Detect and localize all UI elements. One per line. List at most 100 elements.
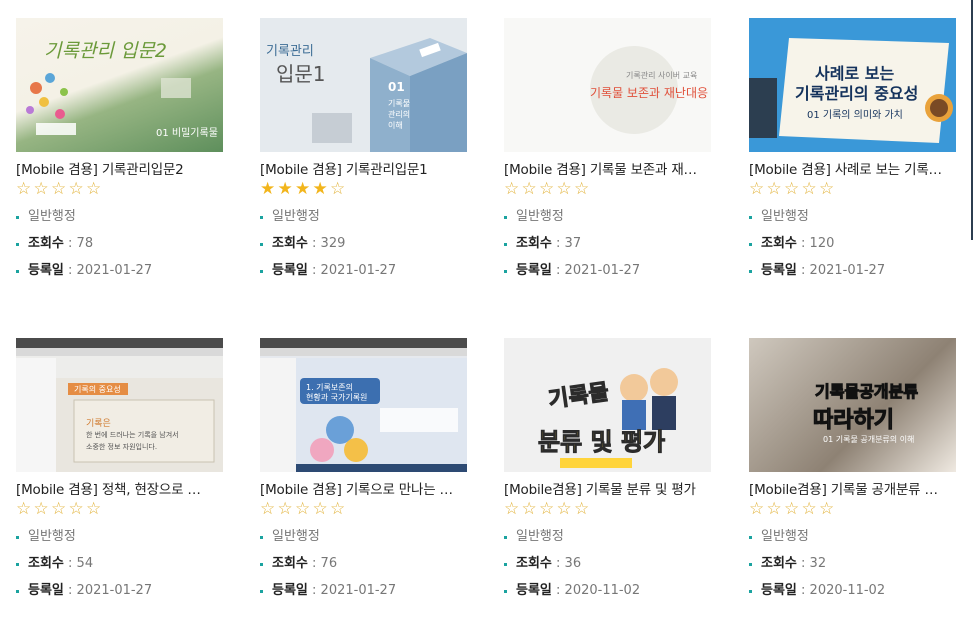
- thumb-subtitle: 따라하기: [813, 408, 895, 434]
- register-date: 등록일 : 2021-01-27: [16, 582, 223, 609]
- star-empty-icon: ☆: [574, 499, 589, 519]
- register-date: 등록일 : 2020-11-02: [749, 582, 956, 609]
- star-filled-icon: ★: [295, 179, 310, 199]
- thumb-caption: 01 기록물 공개분류의 이해: [823, 435, 915, 444]
- star-empty-icon: ☆: [521, 179, 537, 199]
- star-empty-icon: ☆: [86, 499, 101, 519]
- star-empty-icon: ☆: [801, 179, 817, 199]
- course-title[interactable]: [Mobile겸용] 기록물 분류 및 평가: [504, 481, 704, 499]
- star-empty-icon: ☆: [504, 179, 519, 199]
- thumb-number: 01: [388, 80, 405, 94]
- course-thumbnail[interactable]: 1. 기록보존의 현황과 국가기록원: [260, 338, 467, 472]
- star-empty-icon: ☆: [539, 499, 554, 519]
- view-count: 조회수 : 32: [749, 555, 956, 582]
- star-empty-icon: ☆: [68, 499, 84, 519]
- star-empty-icon: ☆: [260, 499, 275, 519]
- rating-stars: ☆ ☆ ☆ ☆ ☆: [504, 500, 711, 518]
- thumb-caption: 한 번에 드러나는 기록을 남겨서: [86, 431, 179, 439]
- thumb-caption: 기록물관리의 이해: [388, 99, 411, 130]
- star-empty-icon: ☆: [51, 179, 66, 199]
- star-filled-icon: ★: [312, 179, 328, 199]
- course-card[interactable]: 기록의 중요성 기록은 한 번에 드러나는 기록을 남겨서 소중한 정보 자원입…: [16, 338, 223, 609]
- star-empty-icon: ☆: [766, 499, 782, 519]
- thumb-subtitle: 분류 및 평가: [537, 428, 666, 457]
- register-date: 등록일 : 2021-01-27: [749, 262, 956, 289]
- star-empty-icon: ☆: [330, 499, 345, 519]
- course-card[interactable]: 기록관리 입문2 01 비밀기록물 [Mobile 겸용] 기록관리입문2 ☆ ☆…: [16, 18, 223, 289]
- course-title[interactable]: [Mobile 겸용] 기록물 보존과 재…: [504, 161, 704, 179]
- register-date: 등록일 : 2021-01-27: [504, 262, 711, 289]
- star-empty-icon: ☆: [16, 499, 31, 519]
- rating-stars: ★ ★ ★ ★ ☆: [260, 180, 467, 198]
- star-empty-icon: ☆: [86, 179, 101, 199]
- category: 일반행정: [260, 528, 467, 555]
- course-title[interactable]: [Mobile 겸용] 기록관리입문1: [260, 161, 460, 179]
- course-card[interactable]: 1. 기록보존의 현황과 국가기록원 [Mobile 겸용] 기록으로 만나는 …: [260, 338, 467, 609]
- course-card[interactable]: 사례로 보는 기록관리의 중요성 01 기록의 의미와 가치 [Mobile 겸…: [749, 18, 956, 289]
- star-empty-icon: ☆: [784, 499, 799, 519]
- star-empty-icon: ☆: [539, 179, 554, 199]
- rating-stars: ☆ ☆ ☆ ☆ ☆: [749, 180, 956, 198]
- category: 일반행정: [16, 528, 223, 555]
- thumb-caption-2: 소중한 정보 자원입니다.: [86, 443, 158, 451]
- register-date: 등록일 : 2021-01-27: [260, 262, 467, 289]
- course-thumbnail[interactable]: 기록물공개분류 따라하기 01 기록물 공개분류의 이해: [749, 338, 956, 472]
- rating-stars: ☆ ☆ ☆ ☆ ☆: [260, 500, 467, 518]
- course-thumbnail[interactable]: 사례로 보는 기록관리의 중요성 01 기록의 의미와 가치: [749, 18, 956, 152]
- rating-stars: ☆ ☆ ☆ ☆ ☆: [749, 500, 956, 518]
- course-thumbnail[interactable]: 기록관리 입문2 01 비밀기록물: [16, 18, 223, 152]
- star-empty-icon: ☆: [312, 499, 328, 519]
- thumb-subtitle: 입문1: [276, 62, 326, 86]
- star-empty-icon: ☆: [521, 499, 537, 519]
- category: 일반행정: [504, 208, 711, 235]
- category: 일반행정: [749, 528, 956, 555]
- star-empty-icon: ☆: [784, 179, 799, 199]
- category: 일반행정: [16, 208, 223, 235]
- view-count: 조회수 : 120: [749, 235, 956, 262]
- course-title[interactable]: [Mobile 겸용] 기록으로 만나는 …: [260, 481, 460, 499]
- register-date: 등록일 : 2021-01-27: [260, 582, 467, 609]
- thumb-title: 기록의 중요성: [74, 385, 121, 394]
- course-title[interactable]: [Mobile겸용] 기록물 공개분류 …: [749, 481, 949, 499]
- star-empty-icon: ☆: [295, 499, 310, 519]
- course-thumbnail[interactable]: 기록물 분류 및 평가: [504, 338, 711, 472]
- thumb-subtitle: 기록관리의 중요성: [795, 84, 919, 103]
- thumb-subtitle: 기록은: [86, 419, 111, 429]
- register-date: 등록일 : 2021-01-27: [16, 262, 223, 289]
- star-empty-icon: ☆: [766, 179, 782, 199]
- view-count: 조회수 : 329: [260, 235, 467, 262]
- category: 일반행정: [749, 208, 956, 235]
- rating-stars: ☆ ☆ ☆ ☆ ☆: [16, 500, 223, 518]
- thumb-title: 기록관리 사이버 교육: [626, 71, 698, 80]
- star-empty-icon: ☆: [330, 179, 345, 199]
- thumbnail-art: [260, 338, 467, 472]
- course-thumbnail[interactable]: 기록관리 사이버 교육 기록물 보존과 재난대응: [504, 18, 711, 152]
- star-empty-icon: ☆: [33, 179, 49, 199]
- course-card[interactable]: 기록물공개분류 따라하기 01 기록물 공개분류의 이해 [Mobile겸용] …: [749, 338, 956, 609]
- star-empty-icon: ☆: [819, 499, 834, 519]
- star-filled-icon: ★: [260, 179, 275, 199]
- course-title[interactable]: [Mobile 겸용] 사례로 보는 기록…: [749, 161, 949, 179]
- course-card[interactable]: 기록관리 사이버 교육 기록물 보존과 재난대응 [Mobile 겸용] 기록물…: [504, 18, 711, 289]
- star-empty-icon: ☆: [33, 499, 49, 519]
- course-thumbnail[interactable]: 기록의 중요성 기록은 한 번에 드러나는 기록을 남겨서 소중한 정보 자원입…: [16, 338, 223, 472]
- view-count: 조회수 : 76: [260, 555, 467, 582]
- thumb-caption: 01 기록의 의미와 가치: [807, 110, 903, 121]
- star-empty-icon: ☆: [574, 179, 589, 199]
- register-date: 등록일 : 2020-11-02: [504, 582, 711, 609]
- course-card[interactable]: 기록관리 입문1 01 기록물관리의 이해 [Mobile 겸용] 기록관리입문…: [260, 18, 467, 289]
- thumb-title: 기록관리: [266, 44, 314, 59]
- view-count: 조회수 : 36: [504, 555, 711, 582]
- thumb-subtitle: 01 비밀기록물: [156, 128, 218, 139]
- thumb-subtitle: 현황과 국가기록원: [306, 393, 368, 402]
- course-thumbnail[interactable]: 기록관리 입문1 01 기록물관리의 이해: [260, 18, 467, 152]
- star-empty-icon: ☆: [749, 179, 764, 199]
- course-title[interactable]: [Mobile 겸용] 기록관리입문2: [16, 161, 216, 179]
- thumb-title: 기록관리 입문2: [44, 40, 168, 62]
- course-title[interactable]: [Mobile 겸용] 정책, 현장으로 …: [16, 481, 216, 499]
- star-empty-icon: ☆: [556, 179, 572, 199]
- view-count: 조회수 : 37: [504, 235, 711, 262]
- course-card[interactable]: 기록물 분류 및 평가 [Mobile겸용] 기록물 분류 및 평가 ☆ ☆ ☆ ☆ ☆…: [504, 338, 711, 609]
- thumb-title: 기록물공개분류: [814, 382, 919, 402]
- star-empty-icon: ☆: [16, 179, 31, 199]
